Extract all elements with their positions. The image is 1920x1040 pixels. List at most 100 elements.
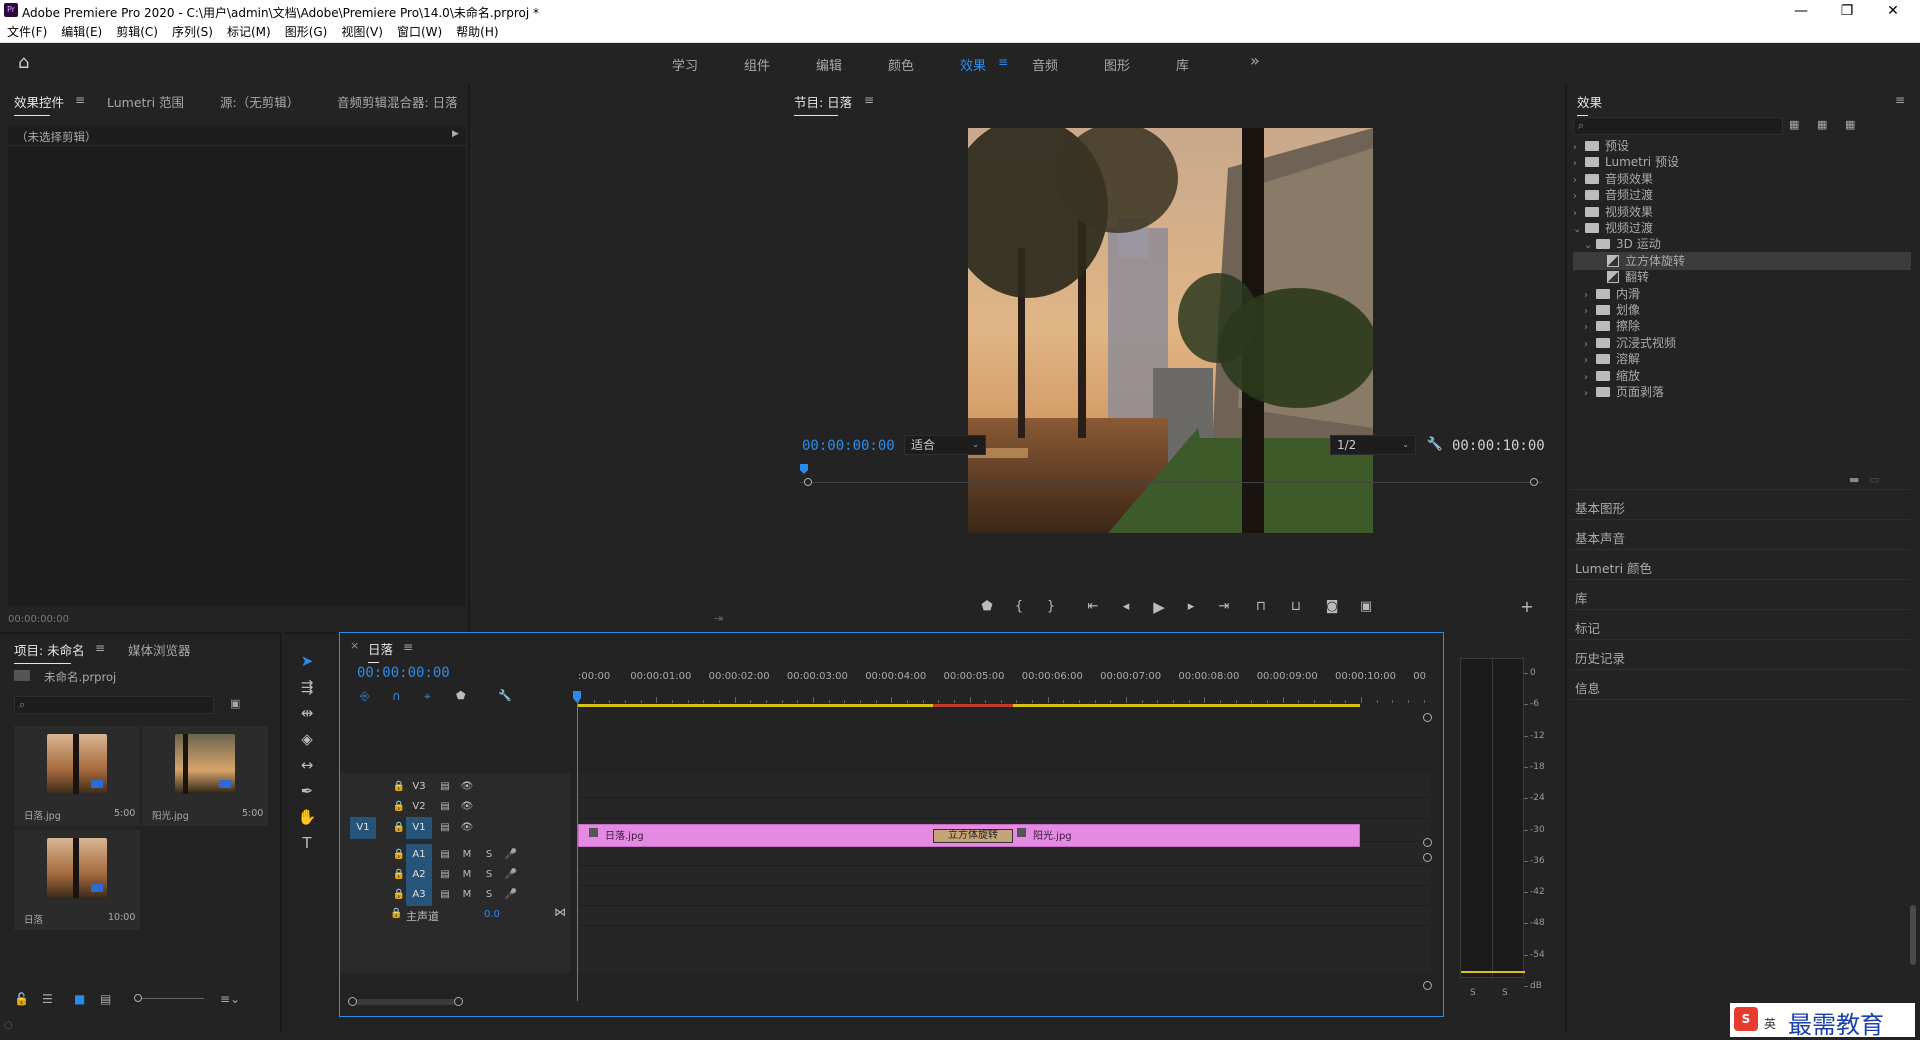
track-target-toggle[interactable]: V3 [406,776,432,798]
go-to-end-icon[interactable]: ⋈ [554,905,566,919]
effects-tree-item[interactable]: ⌄ 视频过渡 [1573,219,1653,237]
extract-button[interactable]: ⊔ [1285,598,1307,616]
workspace-overflow-button[interactable]: » [1250,51,1260,70]
slip-tool-icon[interactable]: ↔ [296,754,318,776]
menu-sequence[interactable]: 序列(S) [165,22,220,42]
accelerated-effects-icon[interactable]: ▦ [1789,118,1799,131]
master-lock-icon[interactable]: 🔒 [390,908,402,919]
program-monitor-title[interactable]: 节目: 日落 [794,92,852,116]
tab-project[interactable]: 项目: 未命名 [14,640,85,664]
add-marker-button[interactable]: ⬟ [976,598,998,616]
freeform-view-icon[interactable]: ▤ [100,992,111,1006]
menu-file[interactable]: 文件(F) [0,22,54,42]
timeline-settings-wrench-icon[interactable]: 🔧 [498,689,512,702]
step-back-button[interactable]: ◂ [1115,598,1137,616]
menu-help[interactable]: 帮助(H) [449,22,505,42]
zoom-slider[interactable] [134,994,204,1002]
new-bin-folder-icon[interactable]: ▬ [1849,473,1859,486]
effects-tree-item[interactable]: › 音频效果 [1573,170,1653,188]
yuv-effects-icon[interactable]: ▦ [1845,118,1855,131]
workspace-tab-libraries[interactable]: 库 [1176,55,1189,74]
workspace-tab-audio[interactable]: 音频 [1032,55,1058,74]
panel-essential-graphics[interactable]: 基本图形 [1575,498,1625,517]
timeline-timecode[interactable]: 00:00:00:00 [357,665,450,681]
effects-tree-item[interactable]: › 缩放 [1584,367,1640,385]
project-menu-icon[interactable]: ≡ [95,641,105,655]
program-current-timecode[interactable]: 00:00:00:00 [802,438,895,454]
close-sequence-tab[interactable]: × [350,639,359,652]
lift-button[interactable]: ⊓ [1250,598,1272,616]
menu-window[interactable]: 窗口(W) [390,22,449,42]
effects-tree-item[interactable]: › 视频效果 [1573,203,1653,221]
tab-audio-clip-mixer[interactable]: 音频剪辑混合器: 日落 [337,92,458,111]
track-sync-lock-icon[interactable]: ▤ [436,818,454,838]
sequence-menu-icon[interactable]: ≡ [403,640,413,654]
selection-tool-icon[interactable]: ➤ [296,650,318,672]
menu-edit[interactable]: 编辑(E) [54,22,109,42]
vscroll-handle-mid[interactable] [1423,838,1432,847]
comparison-view-button[interactable]: ▣ [1355,598,1377,616]
menu-graphics[interactable]: 图形(G) [278,22,335,42]
export-frame-camera-icon[interactable]: ◙ [1321,598,1343,616]
minimize-button[interactable]: — [1778,0,1824,22]
menu-view[interactable]: 视图(V) [334,22,390,42]
snap-magnet-icon[interactable]: ∩ [392,689,401,703]
effects-tree-item[interactable]: › 音频过渡 [1573,186,1653,204]
horizontal-zoom-scrollbar[interactable] [348,997,463,1006]
sequence-tab[interactable]: 日落 [368,639,393,663]
32bit-effects-icon[interactable]: ▦ [1817,118,1827,131]
lock-icon[interactable]: 🔓 [14,992,29,1006]
effects-tree-item[interactable]: › 内滑 [1584,285,1640,303]
panel-libraries[interactable]: 库 [1575,588,1588,607]
nest-toggle-icon[interactable]: ⎆ [360,689,370,704]
effects-menu-icon[interactable]: ≡ [1895,93,1905,107]
effects-tree-item[interactable]: › 擦除 [1584,317,1640,335]
workspace-tab-editing[interactable]: 编辑 [816,55,842,74]
time-ruler[interactable]: :00:00 00:00:01:00 00:00:02:00 00:00:03:00 0… [578,663,1426,707]
program-scrub-bar[interactable] [800,464,1542,490]
project-item-sunlight-jpg[interactable]: 阳光.jpg 5:00 [142,726,268,826]
track-sync-lock-icon[interactable]: ▤ [436,885,454,905]
track-target-toggle[interactable]: A2 [406,864,432,886]
go-to-in-button[interactable]: ⇤ [1082,598,1104,616]
effects-tree-item[interactable]: › 溶解 [1584,350,1640,368]
track-select-tool-icon[interactable]: ⇶ [296,676,318,698]
tab-media-browser[interactable]: 媒体浏览器 [128,640,191,659]
project-item-sunset-jpg[interactable]: 日落.jpg 5:00 [14,726,140,826]
mark-out-button[interactable]: } [1040,598,1062,616]
voiceover-mic-icon[interactable]: 🎤 [502,865,520,885]
track-solo-button[interactable]: S [480,845,498,865]
track-sync-lock-icon[interactable]: ▤ [436,777,454,797]
panel-info[interactable]: 信息 [1575,678,1600,697]
razor-tool-icon[interactable]: ◈ [296,728,318,750]
step-forward-button[interactable]: ▸ [1180,598,1202,616]
track-sync-lock-icon[interactable]: ▤ [436,845,454,865]
vscroll-handle-audio[interactable] [1423,853,1432,862]
panel-history[interactable]: 历史记录 [1575,648,1625,667]
workspace-tab-graphics[interactable]: 图形 [1104,55,1130,74]
source-patch-v1[interactable]: V1 [350,817,376,839]
effects-tree-item[interactable]: 翻转 [1595,268,1649,286]
button-editor-plus-icon[interactable]: + [1516,598,1538,616]
transition-cube-spin[interactable]: 立方体旋转 [933,829,1013,843]
play-button[interactable]: ▶ [1148,598,1170,616]
delete-icon[interactable]: ▭ [1869,473,1879,486]
list-view-icon[interactable]: ☰ [42,992,53,1006]
voiceover-mic-icon[interactable]: 🎤 [502,845,520,865]
workspace-menu-icon[interactable]: ≡ [998,55,1008,69]
add-marker-icon[interactable]: ⬟ [456,689,466,702]
project-search-input[interactable]: ⌕ [14,696,214,714]
track-target-toggle[interactable]: V1 [406,817,432,839]
chevron-right-icon[interactable]: › [1584,385,1596,403]
expand-arrow-icon[interactable]: ▶ [452,129,459,139]
ripple-edit-tool-icon[interactable]: ⇹ [296,702,318,724]
workspace-tab-effects[interactable]: 效果 [960,55,986,74]
track-sync-lock-icon[interactable]: ▤ [436,865,454,885]
effects-tree-item[interactable]: › 预设 [1573,137,1629,155]
new-bin-from-search-icon[interactable]: ▣ [230,697,240,710]
settings-wrench-icon[interactable]: 🔧 [1424,436,1446,454]
effects-tree-item[interactable]: › 页面剥落 [1584,383,1664,401]
vscroll-handle-bottom[interactable] [1423,981,1432,990]
maximize-button[interactable]: ❐ [1824,0,1870,22]
track-solo-button[interactable]: S [480,865,498,885]
